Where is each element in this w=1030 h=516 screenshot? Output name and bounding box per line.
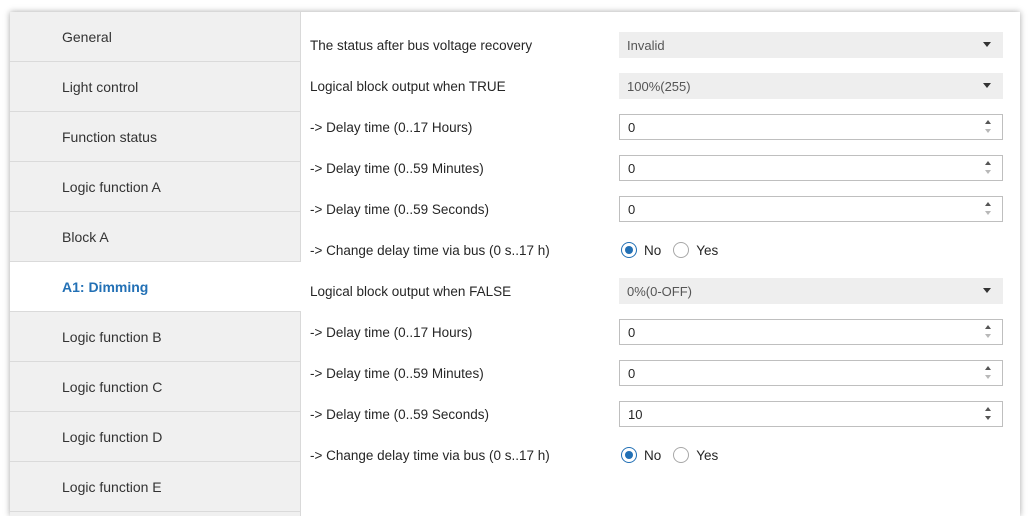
radio-checked-icon	[621, 447, 637, 463]
sidebar-item-label: Logic function E	[62, 478, 162, 495]
sidebar-item-a1-dimming[interactable]: A1: Dimming	[10, 262, 301, 312]
param-row-true-change-delay: -> Change delay time via bus (0 s..17 h)…	[301, 230, 1020, 270]
stepper-arrows	[984, 201, 994, 217]
param-label: -> Delay time (0..59 Minutes)	[310, 365, 484, 381]
radio-yes[interactable]: Yes	[673, 242, 718, 258]
radio-label: No	[644, 242, 662, 258]
false-delay-minutes-input[interactable]	[628, 365, 968, 381]
status-recovery-select[interactable]: Invalid	[619, 32, 1003, 58]
param-row-false-delay-seconds: -> Delay time (0..59 Seconds)	[301, 394, 1020, 434]
chevron-down-icon	[983, 288, 991, 293]
false-output-select[interactable]: 0%(0-OFF)	[619, 278, 1003, 304]
sidebar-item-label: General	[62, 28, 112, 45]
param-label: -> Change delay time via bus (0 s..17 h)	[310, 242, 550, 258]
sidebar-item-logic-function-d[interactable]: Logic function D	[10, 412, 300, 462]
param-row-false-change-delay: -> Change delay time via bus (0 s..17 h)…	[301, 435, 1020, 475]
false-delay-minutes-stepper	[619, 360, 1003, 386]
arrow-down-icon[interactable]	[985, 334, 991, 338]
false-delay-hours-stepper	[619, 319, 1003, 345]
false-delay-hours-input[interactable]	[628, 324, 968, 340]
radio-no[interactable]: No	[621, 242, 661, 258]
sidebar-item-label: Logic function B	[62, 328, 162, 345]
select-value: Invalid	[627, 37, 665, 53]
stepper-arrows	[984, 365, 994, 381]
param-label: The status after bus voltage recovery	[310, 37, 533, 53]
sidebar-item-label: A1: Dimming	[62, 278, 149, 295]
radio-label: Yes	[696, 242, 719, 258]
radio-label: Yes	[696, 447, 719, 463]
param-label: -> Delay time (0..17 Hours)	[310, 324, 473, 340]
true-delay-minutes-input[interactable]	[628, 160, 968, 176]
sidebar: General Light control Function status Lo…	[10, 12, 301, 516]
select-value: 100%(255)	[627, 78, 691, 94]
arrow-up-icon[interactable]	[985, 366, 991, 370]
radio-no[interactable]: No	[621, 447, 661, 463]
parameter-window: General Light control Function status Lo…	[10, 12, 1020, 516]
param-label: -> Delay time (0..59 Seconds)	[310, 406, 489, 422]
arrow-up-icon[interactable]	[985, 407, 991, 411]
sidebar-item-logic-function-e[interactable]: Logic function E	[10, 462, 300, 512]
sidebar-item-logic-function-c[interactable]: Logic function C	[10, 362, 300, 412]
sidebar-item-general[interactable]: General	[10, 12, 300, 62]
chevron-down-icon	[983, 42, 991, 47]
sidebar-item-label: Light control	[62, 78, 139, 95]
select-value: 0%(0-OFF)	[627, 283, 692, 299]
param-label: -> Delay time (0..59 Seconds)	[310, 201, 489, 217]
sidebar-item-label: Function status	[62, 128, 157, 145]
false-delay-seconds-input[interactable]	[628, 406, 968, 422]
arrow-down-icon[interactable]	[985, 211, 991, 215]
arrow-up-icon[interactable]	[985, 161, 991, 165]
param-label: -> Delay time (0..17 Hours)	[310, 119, 473, 135]
parameter-panel: The status after bus voltage recovery In…	[301, 12, 1020, 516]
true-output-select[interactable]: 100%(255)	[619, 73, 1003, 99]
param-row-true-delay-minutes: -> Delay time (0..59 Minutes)	[301, 148, 1020, 188]
arrow-down-icon[interactable]	[985, 416, 991, 420]
chevron-down-icon	[983, 83, 991, 88]
param-row-true-delay-seconds: -> Delay time (0..59 Seconds)	[301, 189, 1020, 229]
param-row-true-output: Logical block output when TRUE 100%(255)	[301, 66, 1020, 106]
param-label: -> Change delay time via bus (0 s..17 h)	[310, 447, 550, 463]
true-change-delay-radio-group: No Yes	[621, 242, 730, 258]
arrow-down-icon[interactable]	[985, 375, 991, 379]
param-row-true-delay-hours: -> Delay time (0..17 Hours)	[301, 107, 1020, 147]
false-change-delay-radio-group: No Yes	[621, 447, 730, 463]
sidebar-item-label: Block A	[62, 228, 109, 245]
param-row-status-recovery: The status after bus voltage recovery In…	[301, 25, 1020, 65]
param-label: Logical block output when FALSE	[310, 283, 512, 299]
param-row-false-delay-minutes: -> Delay time (0..59 Minutes)	[301, 353, 1020, 393]
sidebar-item-label: Logic function C	[62, 378, 163, 395]
radio-unchecked-icon	[673, 447, 690, 463]
radio-unchecked-icon	[673, 242, 690, 258]
stepper-arrows	[984, 406, 994, 422]
arrow-up-icon[interactable]	[985, 325, 991, 329]
stepper-arrows	[984, 160, 994, 176]
sidebar-item-block-a[interactable]: Block A	[10, 212, 300, 262]
param-row-false-delay-hours: -> Delay time (0..17 Hours)	[301, 312, 1020, 352]
param-label: -> Delay time (0..59 Minutes)	[310, 160, 484, 176]
true-delay-seconds-stepper	[619, 196, 1003, 222]
sidebar-item-label: Logic function A	[62, 178, 161, 195]
false-delay-seconds-stepper	[619, 401, 1003, 427]
arrow-up-icon[interactable]	[985, 120, 991, 124]
true-delay-hours-stepper	[619, 114, 1003, 140]
sidebar-item-function-status[interactable]: Function status	[10, 112, 300, 162]
arrow-down-icon[interactable]	[985, 129, 991, 133]
param-label: Logical block output when TRUE	[310, 78, 506, 94]
radio-yes[interactable]: Yes	[673, 447, 718, 463]
sidebar-item-logic-function-a[interactable]: Logic function A	[10, 162, 300, 212]
radio-checked-icon	[621, 242, 637, 258]
true-delay-hours-input[interactable]	[628, 119, 968, 135]
true-delay-seconds-input[interactable]	[628, 201, 968, 217]
stepper-arrows	[984, 119, 994, 135]
sidebar-item-logic-function-b[interactable]: Logic function B	[10, 312, 300, 362]
radio-label: No	[644, 447, 662, 463]
stepper-arrows	[984, 324, 994, 340]
true-delay-minutes-stepper	[619, 155, 1003, 181]
arrow-down-icon[interactable]	[985, 170, 991, 174]
param-row-false-output: Logical block output when FALSE 0%(0-OFF…	[301, 271, 1020, 311]
sidebar-item-label: Logic function D	[62, 428, 163, 445]
arrow-up-icon[interactable]	[985, 202, 991, 206]
sidebar-item-light-control[interactable]: Light control	[10, 62, 300, 112]
